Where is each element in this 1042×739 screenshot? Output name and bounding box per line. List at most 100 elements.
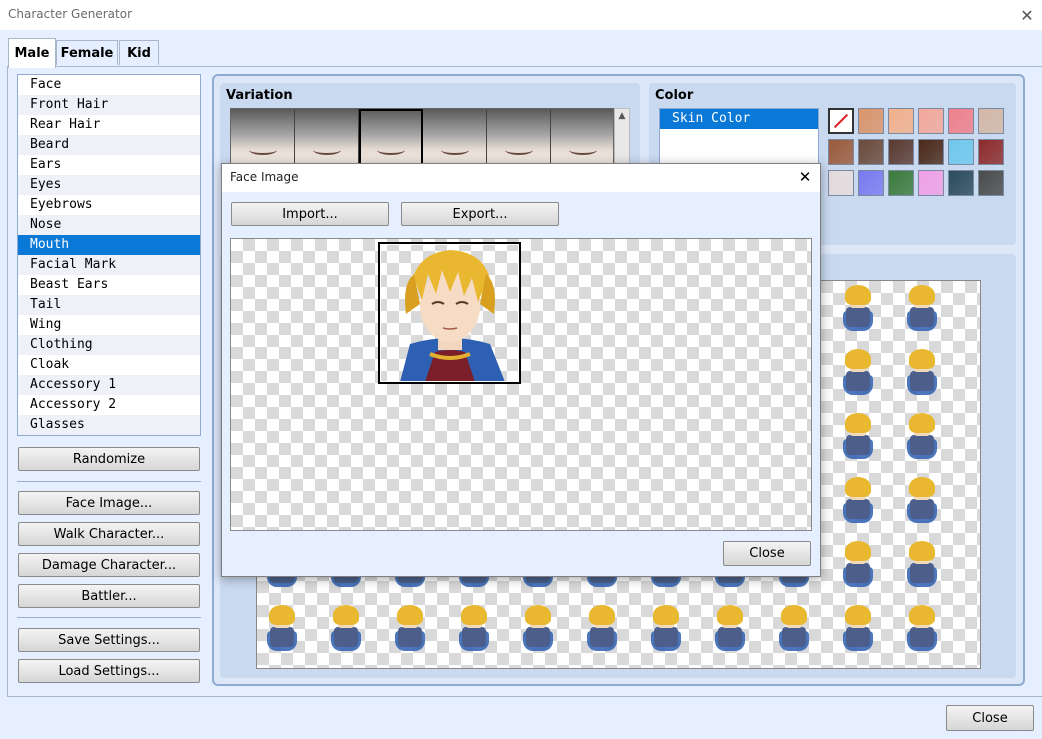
parts-list-item[interactable]: Beast Ears [18,275,200,295]
tab-male[interactable]: Male [8,38,56,68]
sprite-body [654,627,678,647]
sprite-body [846,627,870,647]
color-swatch[interactable] [918,139,944,165]
sprite-body [846,499,870,519]
sprite-figure [843,285,873,333]
color-swatch[interactable] [918,170,944,196]
parts-list-item[interactable]: Glasses [18,415,200,435]
face-image-close-button[interactable]: Close [723,541,811,566]
sprite-hair [717,605,743,625]
sprite-figure [907,477,937,525]
variation-title: Variation [226,88,293,103]
mouth-preview [249,145,277,155]
parts-list-item[interactable]: Facial Mark [18,255,200,275]
face-image-canvas [230,238,812,531]
sprite-body [782,627,806,647]
variation-cell[interactable] [551,109,613,165]
color-swatch[interactable] [948,108,974,134]
variation-cell[interactable] [487,109,551,165]
parts-list-item[interactable]: Tail [18,295,200,315]
face-portrait [378,242,521,384]
parts-list-item[interactable]: Rear Hair [18,115,200,135]
sprite-hair [269,605,295,625]
variation-cell[interactable] [231,109,295,165]
parts-list-item[interactable]: Beard [18,135,200,155]
import-button[interactable]: Import... [231,202,389,226]
parts-list-item[interactable]: Face [18,75,200,95]
sprite-body [846,371,870,391]
sprite-figure [907,413,937,461]
divider [17,617,201,618]
mouth-preview [313,145,341,155]
window-title: Character Generator [8,7,132,21]
tab-kid[interactable]: Kid [119,40,159,65]
sprite-hair [845,605,871,625]
variation-strip[interactable] [230,108,614,166]
color-swatch[interactable] [888,139,914,165]
sprite-hair [909,285,935,305]
sprite-figure [907,541,937,589]
save-settings-button[interactable]: Save Settings... [18,628,200,652]
color-swatch[interactable] [858,170,884,196]
battler-button[interactable]: Battler... [18,584,200,608]
color-swatch[interactable] [828,139,854,165]
face-image-titlebar [222,164,820,192]
color-swatch[interactable] [978,170,1004,196]
color-swatch[interactable] [948,170,974,196]
variation-cell[interactable] [359,109,423,165]
sprite-body [910,371,934,391]
parts-list-item[interactable]: Front Hair [18,95,200,115]
parts-list-item[interactable]: Cloak [18,355,200,375]
parts-list-item[interactable]: Eyebrows [18,195,200,215]
sprite-figure [907,605,937,653]
variation-cell[interactable] [295,109,359,165]
color-swatch[interactable] [888,108,914,134]
sprite-figure [843,477,873,525]
color-list-item-skin-color[interactable]: Skin Color [660,109,818,129]
color-swatch[interactable] [858,108,884,134]
parts-list-item[interactable]: Accessory 1 [18,375,200,395]
walk-character-button[interactable]: Walk Character... [18,522,200,546]
face-image-button[interactable]: Face Image... [18,491,200,515]
sprite-figure [843,541,873,589]
parts-list-item[interactable]: Wing [18,315,200,335]
damage-character-button[interactable]: Damage Character... [18,553,200,577]
load-settings-button[interactable]: Load Settings... [18,659,200,683]
color-swatch[interactable] [978,139,1004,165]
sprite-figure [267,605,297,653]
parts-list-item[interactable]: Clothing [18,335,200,355]
parts-list-item[interactable]: Eyes [18,175,200,195]
parts-list[interactable]: Face Front Hair Rear Hair Beard Ears Eyes Eyeb… [17,74,201,436]
color-swatch[interactable] [978,108,1004,134]
close-button[interactable]: Close [946,705,1034,731]
parts-list-item[interactable]: Mouth [18,235,200,255]
sprite-hair [845,413,871,433]
color-swatch[interactable] [828,170,854,196]
mouth-preview [569,145,597,155]
sprite-body [718,627,742,647]
color-swatch[interactable] [858,139,884,165]
window-close-icon[interactable]: ✕ [1014,2,1040,28]
tab-female[interactable]: Female [56,40,118,65]
scroll-up-icon[interactable]: ▲ [614,108,630,124]
sprite-body [462,627,486,647]
sprite-body [526,627,550,647]
sprite-body [334,627,358,647]
sprite-hair [845,541,871,561]
variation-cell[interactable] [423,109,487,165]
export-button[interactable]: Export... [401,202,559,226]
randomize-button[interactable]: Randomize [18,447,200,471]
color-swatch[interactable] [888,170,914,196]
face-portrait-art [400,250,505,382]
sprite-figure [651,605,681,653]
parts-list-item[interactable]: Ears [18,155,200,175]
color-swatch[interactable] [918,108,944,134]
sprite-hair [589,605,615,625]
parts-list-item[interactable]: Nose [18,215,200,235]
sprite-figure [907,349,937,397]
color-swatch[interactable] [948,139,974,165]
swatch-none[interactable] [828,108,854,134]
face-image-close-icon[interactable]: ✕ [794,166,816,188]
parts-list-item[interactable]: Accessory 2 [18,395,200,415]
sprite-figure [459,605,489,653]
